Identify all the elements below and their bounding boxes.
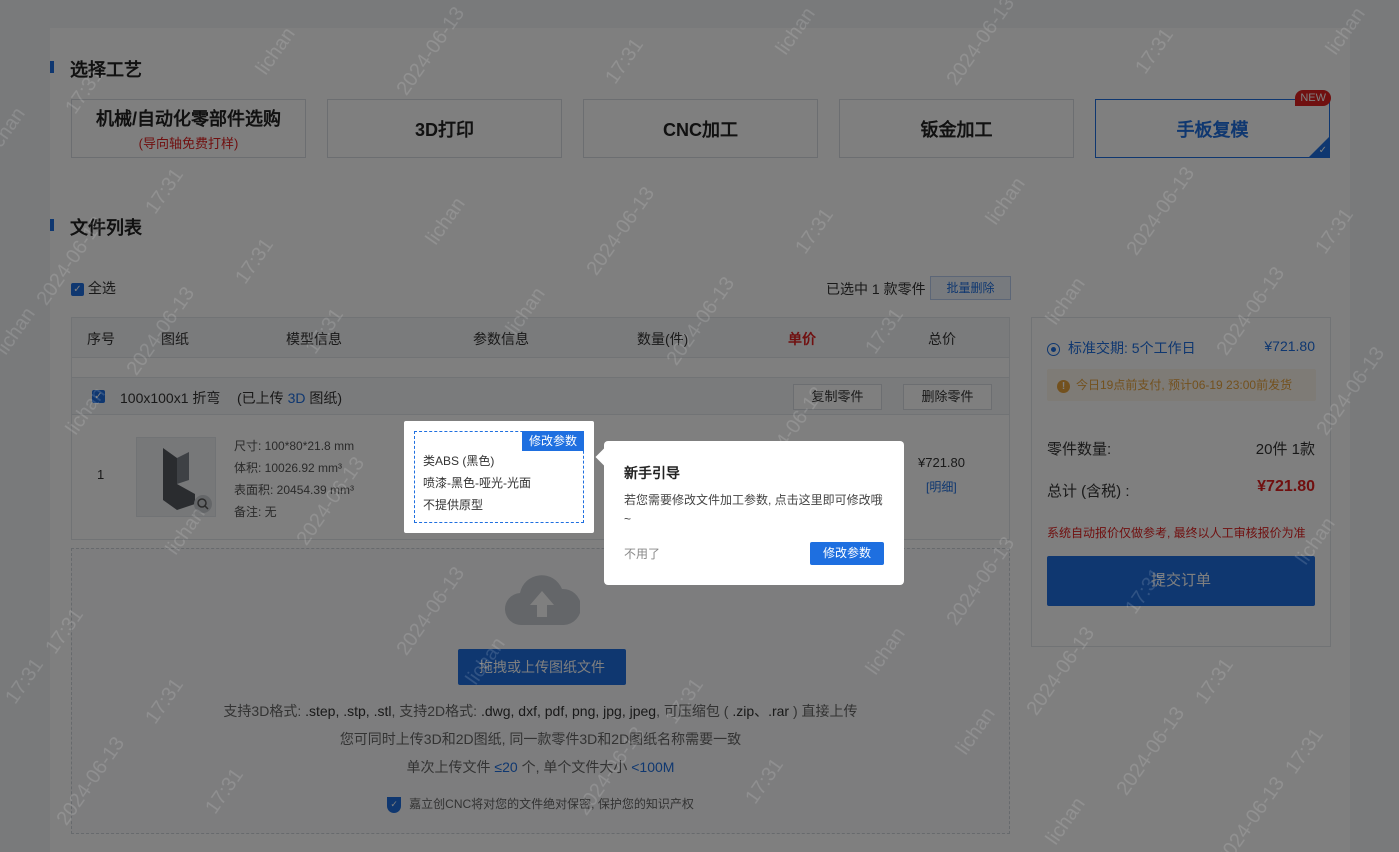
guide-skip-button[interactable]: 不用了 — [624, 545, 660, 562]
params-highlight: 修改参数 类ABS (黑色) 喷漆-黑色-哑光-光面 不提供原型 — [404, 421, 594, 533]
edit-params-tag[interactable]: 修改参数 — [521, 431, 584, 451]
modal-overlay — [0, 0, 1399, 852]
param-material: 类ABS (黑色) — [423, 454, 495, 468]
param-finish: 喷漆-黑色-哑光-光面 — [423, 476, 531, 490]
onboarding-guide-popover: 新手引导 若您需要修改文件加工参数, 点击这里即可修改哦~ 不用了 修改参数 — [604, 441, 904, 585]
guide-text: 若您需要修改文件加工参数, 点击这里即可修改哦~ — [624, 493, 883, 526]
guide-edit-params-button[interactable]: 修改参数 — [810, 542, 884, 565]
param-prototype: 不提供原型 — [423, 498, 484, 512]
params-info[interactable]: 修改参数 类ABS (黑色) 喷漆-黑色-哑光-光面 不提供原型 — [414, 431, 584, 523]
guide-title: 新手引导 — [624, 465, 680, 481]
